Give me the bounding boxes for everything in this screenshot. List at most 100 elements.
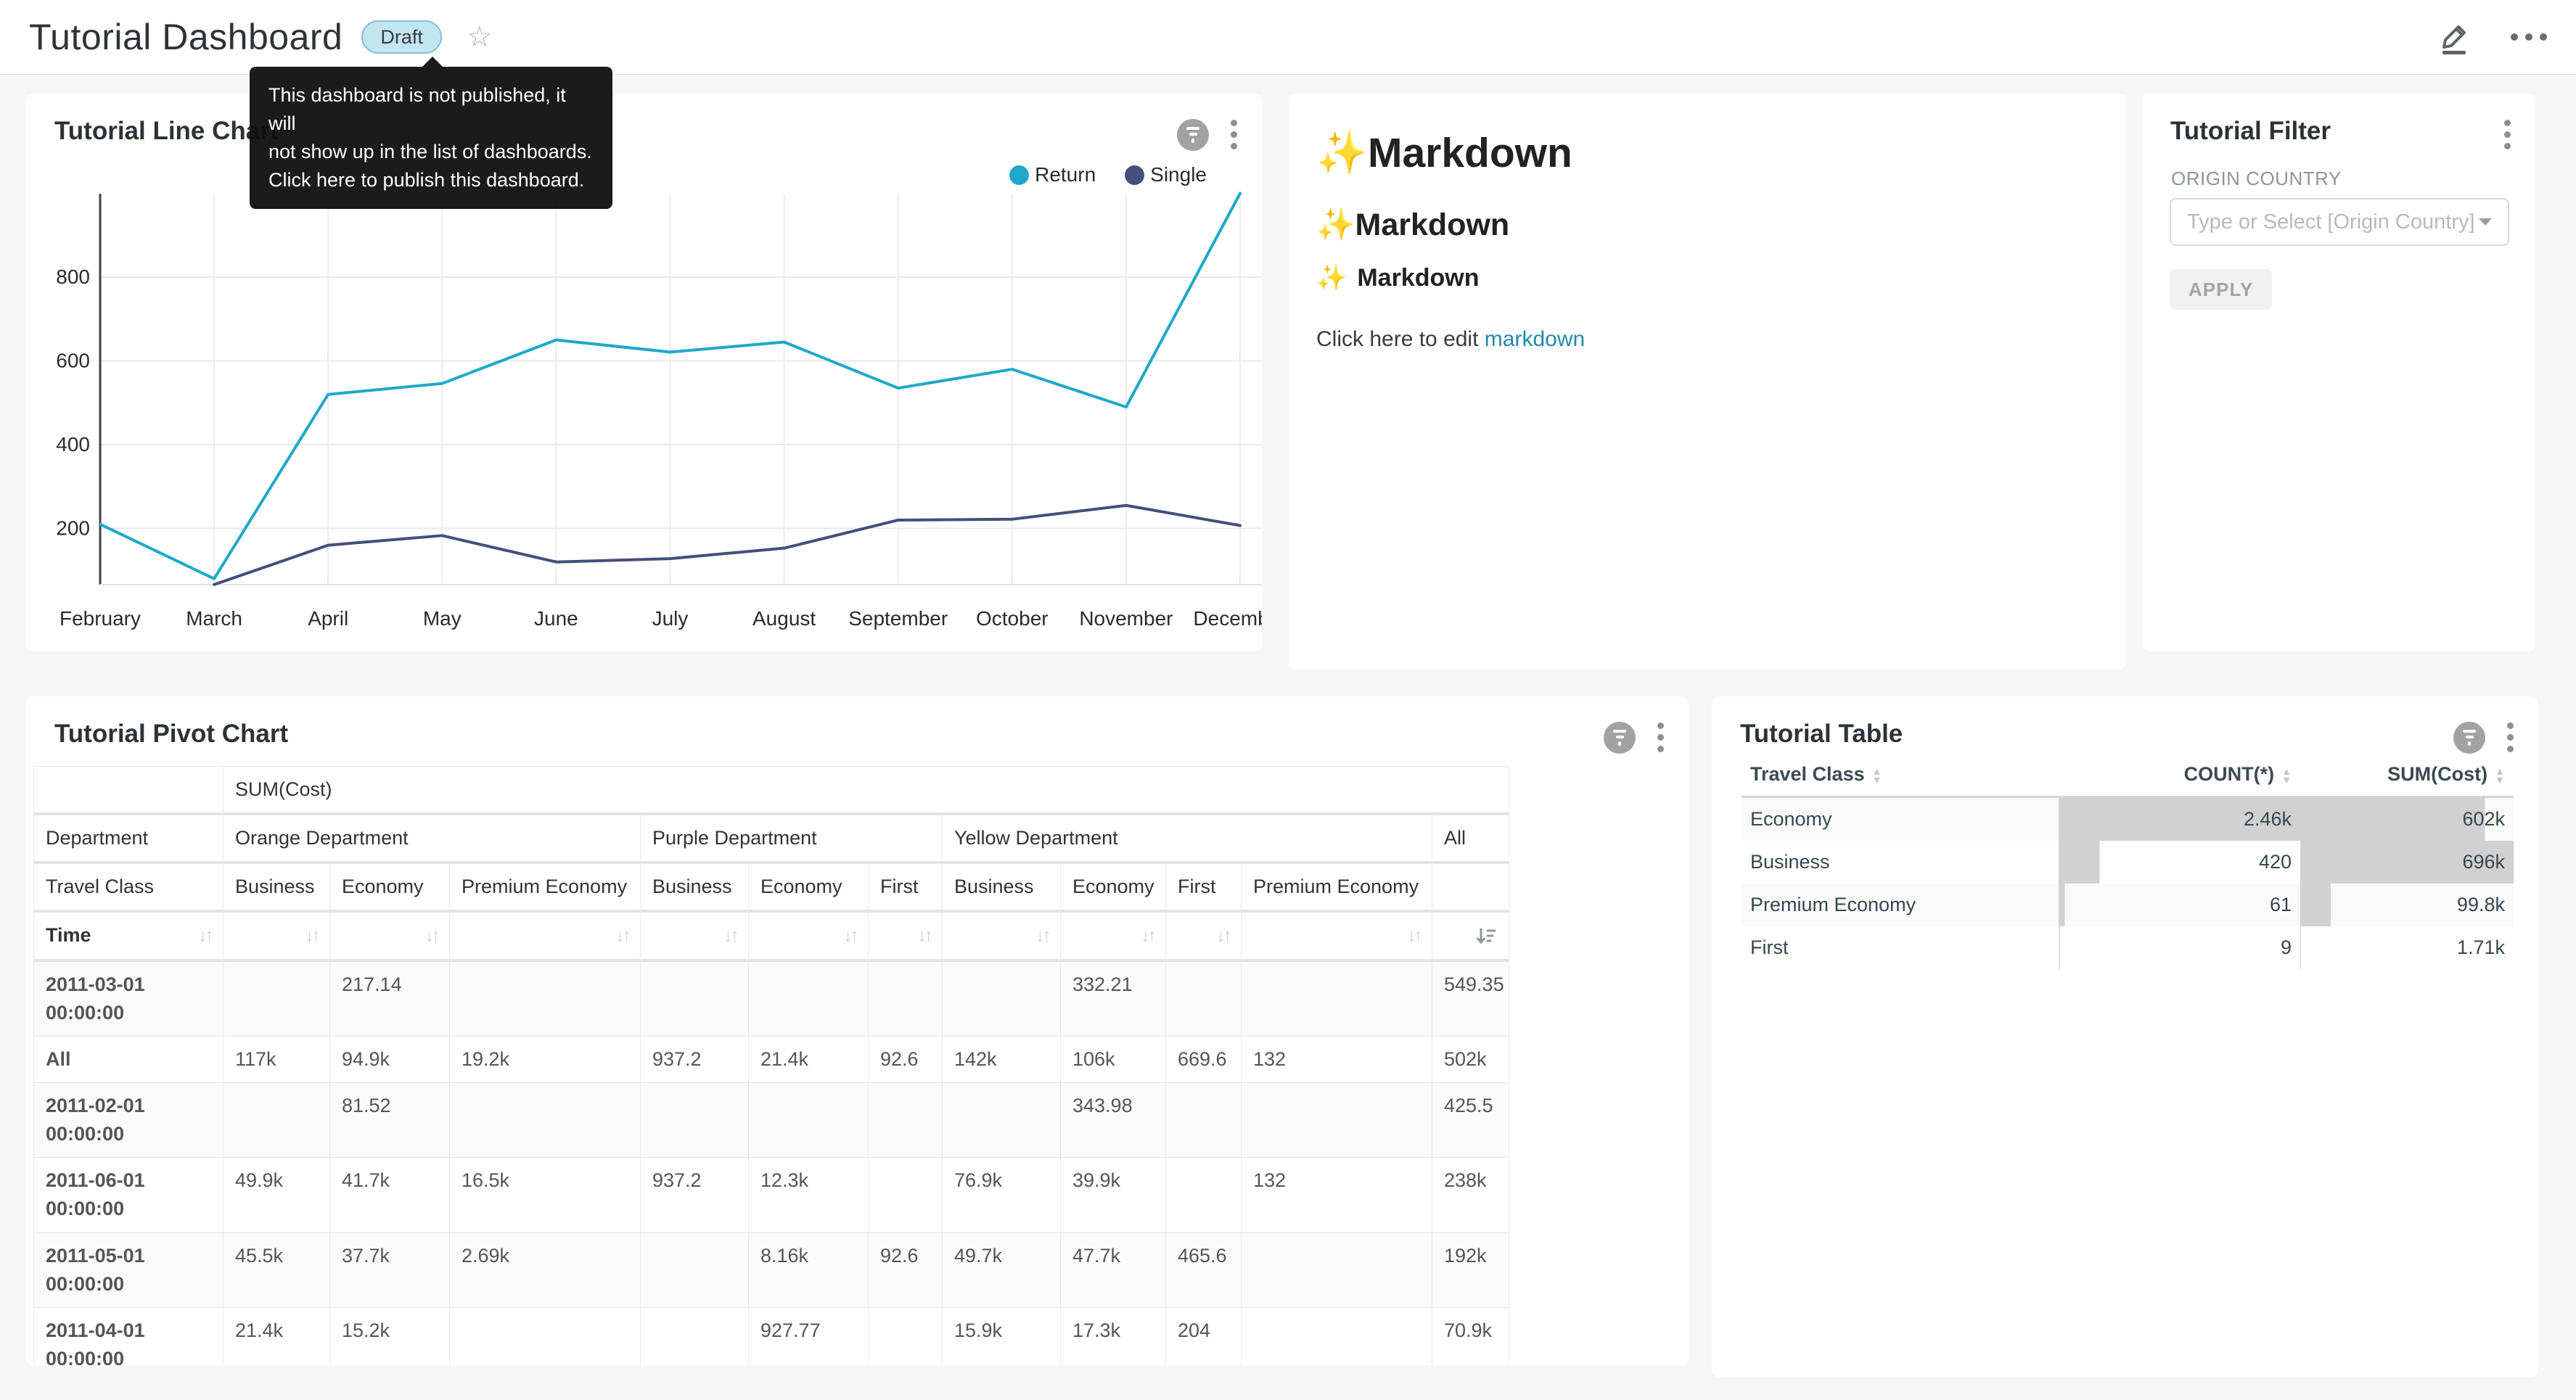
publish-tooltip[interactable]: This dashboard is not published, it will… xyxy=(250,67,612,209)
chart-menu-icon[interactable] xyxy=(2504,720,2516,755)
sort-icon[interactable]: ▲▼ xyxy=(2495,767,2505,784)
sort-icon[interactable]: ↓↑ xyxy=(424,922,438,950)
pivot-value-cell[interactable]: 81.52 xyxy=(330,1083,450,1158)
pivot-value-cell[interactable]: 49.9k xyxy=(223,1158,330,1232)
pivot-value-cell[interactable] xyxy=(1242,1233,1432,1308)
pivot-value-cell[interactable]: 927.77 xyxy=(749,1308,869,1365)
sort-descending-icon[interactable] xyxy=(1475,925,1497,947)
sort-icon[interactable]: ↓↑ xyxy=(1035,922,1049,950)
favorite-star-icon[interactable]: ☆ xyxy=(467,22,493,52)
pivot-value-cell[interactable]: 37.7k xyxy=(330,1233,450,1308)
table-row[interactable]: First91.71k xyxy=(1742,926,2514,969)
pivot-value-cell[interactable]: 47.7k xyxy=(1061,1233,1166,1308)
pivot-value-cell[interactable] xyxy=(641,1233,749,1308)
pivot-value-cell[interactable]: 204 xyxy=(1166,1308,1242,1365)
pivot-value-cell[interactable] xyxy=(869,1158,943,1232)
pivot-column-header[interactable]: Business xyxy=(641,864,749,913)
pivot-row-label[interactable]: 2011-04-01 00:00:00 xyxy=(34,1308,223,1365)
pivot-column-header[interactable]: First xyxy=(869,864,943,913)
pivot-colgroup-header[interactable]: Purple Department xyxy=(641,815,943,864)
sort-icon[interactable]: ↓↑ xyxy=(305,922,318,950)
pivot-value-cell[interactable]: 21.4k xyxy=(749,1037,869,1083)
pivot-column-header[interactable]: First xyxy=(1166,864,1242,913)
pivot-value-cell[interactable] xyxy=(450,962,641,1037)
pivot-value-cell[interactable]: 15.2k xyxy=(330,1308,450,1365)
pivot-value-cell[interactable]: 549.35 xyxy=(1432,962,1509,1037)
pivot-value-cell[interactable] xyxy=(869,1083,943,1158)
sort-icon[interactable]: ↓↑ xyxy=(917,922,930,950)
pivot-value-cell[interactable]: 132 xyxy=(1242,1158,1432,1232)
table-row[interactable]: Premium Economy6199.8k xyxy=(1742,884,2514,926)
cross-filter-icon[interactable] xyxy=(2453,722,2485,754)
sort-icon[interactable]: ↓↑ xyxy=(198,922,211,950)
pivot-value-cell[interactable]: 8.16k xyxy=(749,1233,869,1308)
pivot-column-header[interactable]: Business xyxy=(943,864,1061,913)
legend-item-return[interactable]: Return xyxy=(1009,163,1096,186)
pivot-value-cell[interactable]: 425.5 xyxy=(1432,1083,1509,1158)
pivot-value-cell[interactable]: 937.2 xyxy=(641,1037,749,1083)
pivot-value-cell[interactable]: 192k xyxy=(1432,1233,1509,1308)
pivot-value-cell[interactable] xyxy=(869,962,943,1037)
pivot-value-cell[interactable]: 92.6 xyxy=(869,1233,943,1308)
pivot-value-cell[interactable] xyxy=(641,1083,749,1158)
filter-menu-icon[interactable] xyxy=(2501,117,2514,152)
table-column-header[interactable]: COUNT(*)▲▼ xyxy=(2059,753,2300,797)
pivot-value-cell[interactable] xyxy=(943,962,1061,1037)
pivot-value-cell[interactable] xyxy=(1242,1308,1432,1365)
markdown-edit-link[interactable]: markdown xyxy=(1485,327,1585,351)
pivot-column-header[interactable]: Economy xyxy=(1061,864,1166,913)
pivot-value-cell[interactable] xyxy=(1166,962,1242,1037)
sort-icon[interactable]: ↓↑ xyxy=(1141,922,1154,950)
sort-icon[interactable]: ▲▼ xyxy=(2281,767,2292,784)
pivot-value-cell[interactable] xyxy=(943,1083,1061,1158)
pivot-value-cell[interactable]: 21.4k xyxy=(223,1308,330,1365)
pivot-column-header[interactable]: Premium Economy xyxy=(1242,864,1432,913)
pivot-value-cell[interactable]: 92.6 xyxy=(869,1037,943,1083)
pivot-column-header[interactable]: Economy xyxy=(749,864,869,913)
series-line-single[interactable] xyxy=(214,506,1240,585)
pivot-row-label[interactable]: All xyxy=(34,1037,223,1083)
pivot-value-cell[interactable]: 142k xyxy=(943,1037,1061,1083)
pivot-value-cell[interactable]: 49.7k xyxy=(943,1233,1061,1308)
pivot-value-cell[interactable]: 12.3k xyxy=(749,1158,869,1232)
pivot-value-cell[interactable] xyxy=(1242,962,1432,1037)
pivot-value-cell[interactable]: 94.9k xyxy=(330,1037,450,1083)
pivot-value-cell[interactable]: 106k xyxy=(1061,1037,1166,1083)
sort-icon[interactable]: ↓↑ xyxy=(615,922,628,950)
pivot-value-cell[interactable] xyxy=(749,962,869,1037)
sort-icon[interactable]: ↓↑ xyxy=(723,922,737,950)
pivot-value-cell[interactable]: 117k xyxy=(223,1037,330,1083)
status-badge[interactable]: Draft xyxy=(361,20,442,54)
pivot-value-cell[interactable] xyxy=(1166,1158,1242,1232)
table-row[interactable]: Business420696k xyxy=(1742,841,2514,884)
pivot-value-cell[interactable]: 937.2 xyxy=(641,1158,749,1232)
pivot-row-label[interactable]: 2011-05-01 00:00:00 xyxy=(34,1233,223,1308)
pivot-column-header[interactable]: Business xyxy=(223,864,330,913)
pivot-value-cell[interactable]: 45.5k xyxy=(223,1233,330,1308)
pivot-value-cell[interactable]: 16.5k xyxy=(450,1158,641,1232)
pivot-column-header[interactable]: Premium Economy xyxy=(450,864,641,913)
pivot-value-cell[interactable]: 238k xyxy=(1432,1158,1509,1232)
pivot-column-header[interactable]: Economy xyxy=(330,864,450,913)
pivot-colgroup-header[interactable]: Yellow Department xyxy=(943,815,1432,864)
pivot-value-cell[interactable] xyxy=(450,1308,641,1365)
pivot-row-label[interactable]: 2011-06-01 00:00:00 xyxy=(34,1158,223,1232)
pivot-value-cell[interactable] xyxy=(450,1083,641,1158)
sort-icon[interactable]: ↓↑ xyxy=(843,922,856,950)
pivot-value-cell[interactable]: 132 xyxy=(1242,1037,1432,1083)
pivot-value-cell[interactable] xyxy=(749,1083,869,1158)
pivot-value-cell[interactable]: 15.9k xyxy=(943,1308,1061,1365)
pivot-value-cell[interactable]: 39.9k xyxy=(1061,1158,1166,1232)
edit-pencil-icon[interactable] xyxy=(2435,18,2473,56)
pivot-value-cell[interactable] xyxy=(641,962,749,1037)
pivot-value-cell[interactable] xyxy=(1242,1083,1432,1158)
table-column-header[interactable]: Travel Class▲▼ xyxy=(1742,753,2059,797)
pivot-value-cell[interactable]: 217.14 xyxy=(330,962,450,1037)
sort-icon[interactable]: ↓↑ xyxy=(1407,922,1420,950)
cross-filter-icon[interactable] xyxy=(1604,722,1636,754)
pivot-value-cell[interactable]: 76.9k xyxy=(943,1158,1061,1232)
sort-icon[interactable]: ↓↑ xyxy=(1216,922,1229,950)
header-more-icon[interactable] xyxy=(2511,33,2547,41)
pivot-value-cell[interactable]: 41.7k xyxy=(330,1158,450,1232)
pivot-value-cell[interactable]: 70.9k xyxy=(1432,1308,1509,1365)
